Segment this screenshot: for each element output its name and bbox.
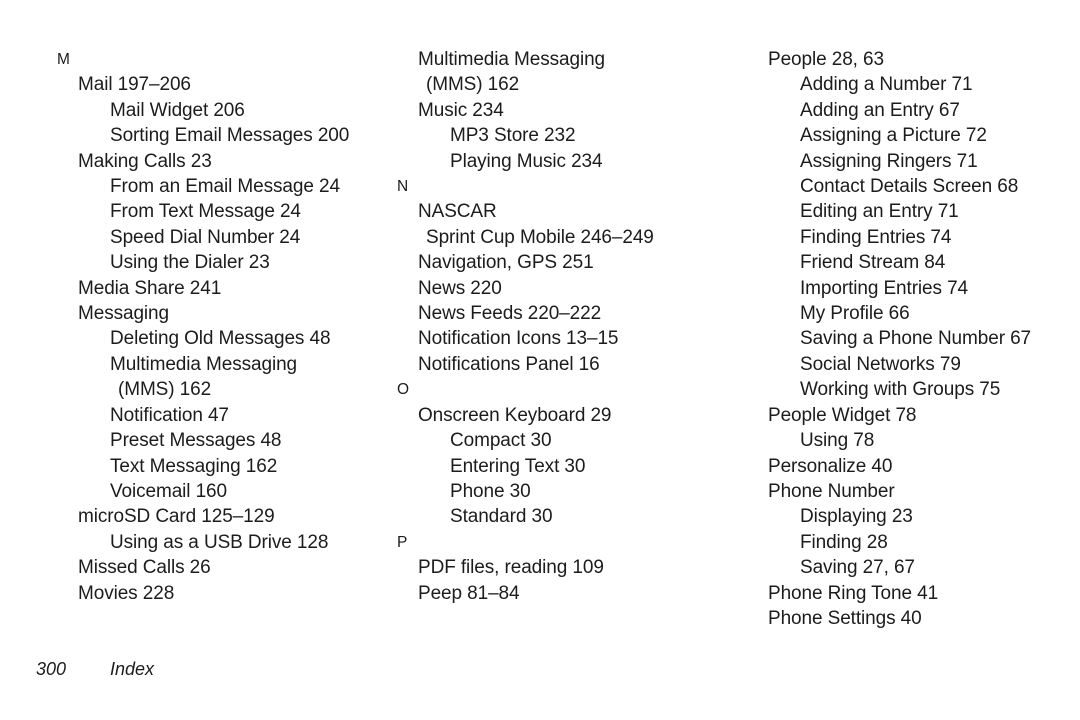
index-entry: Entering Text 30 bbox=[450, 455, 586, 477]
index-column-3: People 28, 63 Adding a Number 71 Adding an… bbox=[727, 47, 1080, 631]
index-entry: People Widget 78 bbox=[768, 404, 917, 426]
index-letter-heading: M bbox=[57, 51, 70, 68]
index-entry: Peep 81–84 bbox=[418, 582, 520, 604]
index-entry: Speed Dial Number 24 bbox=[110, 226, 301, 248]
index-entry: Notification Icons 13–15 bbox=[418, 328, 619, 350]
index-entry: Saving 27, 67 bbox=[800, 557, 915, 579]
index-entry: Phone Ring Tone 41 bbox=[768, 582, 939, 604]
index-entry: Using the Dialer 23 bbox=[110, 252, 270, 274]
index-entry: microSD Card 125–129 bbox=[78, 506, 275, 528]
footer-section-label: Index bbox=[110, 659, 155, 679]
index-entry: Finding 28 bbox=[800, 531, 888, 553]
index-entry: Preset Messages 48 bbox=[110, 430, 282, 452]
index-entry: Text Messaging 162 bbox=[110, 455, 278, 477]
index-entry: Movies 228 bbox=[78, 582, 175, 604]
index-entry: Using 78 bbox=[800, 430, 875, 452]
index-entry: (MMS) 162 bbox=[426, 74, 520, 96]
index-entry: Contact Details Screen 68 bbox=[800, 176, 1019, 198]
index-entry: Adding an Entry 67 bbox=[800, 99, 960, 121]
index-entry: Sorting Email Messages 200 bbox=[110, 125, 350, 147]
index-entry: My Profile 66 bbox=[800, 303, 910, 325]
index-letter-heading: N bbox=[397, 178, 409, 196]
index-entry: Notification 47 bbox=[110, 404, 229, 426]
index-entry: Making Calls 23 bbox=[78, 150, 212, 172]
index-entry: Editing an Entry 71 bbox=[800, 201, 959, 223]
index-entry: NASCAR bbox=[418, 201, 497, 223]
index-entry: News 220 bbox=[418, 277, 502, 299]
index-letter-heading: P bbox=[397, 533, 408, 551]
index-entry: Displaying 23 bbox=[800, 506, 913, 528]
page-footer: 300 Index bbox=[0, 657, 1080, 687]
index-entry: Missed Calls 26 bbox=[78, 557, 211, 579]
index-entry: Multimedia Messaging bbox=[110, 353, 298, 375]
index-entry: PDF files, reading 109 bbox=[418, 557, 604, 579]
index-entry: Mail Widget 206 bbox=[110, 99, 245, 121]
index-entry: Multimedia Messaging bbox=[418, 49, 606, 70]
index-entry: News Feeds 220–222 bbox=[418, 303, 602, 325]
index-column-1: M Mail 197–206 Mail Widget 206 Sorting Emai… bbox=[0, 47, 397, 606]
index-entry: Mail 197–206 bbox=[78, 74, 191, 96]
index-entry: Compact 30 bbox=[450, 430, 552, 452]
index-entry: Adding a Number 71 bbox=[800, 74, 973, 96]
index-entry: Deleting Old Messages 48 bbox=[110, 328, 331, 350]
index-entry: Assigning Ringers 71 bbox=[800, 150, 978, 172]
index-entry: Personalize 40 bbox=[768, 455, 893, 477]
index-entry: MP3 Store 232 bbox=[450, 125, 576, 147]
index-entry: Media Share 241 bbox=[78, 277, 222, 299]
index-entry: Standard 30 bbox=[450, 506, 553, 528]
index-entry: Finding Entries 74 bbox=[800, 226, 952, 248]
index-entry: Playing Music 234 bbox=[450, 150, 603, 172]
index-entry: Navigation, GPS 251 bbox=[418, 252, 594, 274]
index-entry: Phone Settings 40 bbox=[768, 607, 922, 629]
index-entry: Assigning a Picture 72 bbox=[800, 125, 987, 147]
index-entry: Friend Stream 84 bbox=[800, 252, 946, 274]
index-entry: Importing Entries 74 bbox=[800, 277, 969, 299]
footer-page-number: 300 bbox=[36, 659, 67, 679]
index-letter-heading: O bbox=[397, 381, 409, 399]
index-entry: From Text Message 24 bbox=[110, 201, 301, 223]
index-entry: Music 234 bbox=[418, 99, 504, 121]
index-entry: (MMS) 162 bbox=[118, 379, 212, 401]
index-entry: Phone 30 bbox=[450, 480, 531, 502]
index-entry: Using as a USB Drive 128 bbox=[110, 531, 329, 553]
index-column-2: Multimedia Messaging (MMS) 162 Music 234 MP… bbox=[397, 47, 727, 606]
index-entry: People 28, 63 bbox=[768, 49, 884, 70]
index-entry: Working with Groups 75 bbox=[800, 379, 1001, 401]
index-entry: Saving a Phone Number 67 bbox=[800, 328, 1032, 350]
index-entry: Onscreen Keyboard 29 bbox=[418, 404, 612, 426]
index-page: M Mail 197–206 Mail Widget 206 Sorting Emai… bbox=[0, 0, 1080, 720]
index-entry: Sprint Cup Mobile 246–249 bbox=[426, 226, 654, 248]
index-entry: Social Networks 79 bbox=[800, 353, 961, 375]
index-entry: Notifications Panel 16 bbox=[418, 353, 600, 375]
index-entry: Voicemail 160 bbox=[110, 480, 227, 502]
index-columns: M Mail 197–206 Mail Widget 206 Sorting Emai… bbox=[0, 47, 1080, 631]
index-entry: From an Email Message 24 bbox=[110, 176, 340, 198]
index-entry: Messaging bbox=[78, 303, 169, 325]
index-entry: Phone Number bbox=[768, 480, 895, 502]
